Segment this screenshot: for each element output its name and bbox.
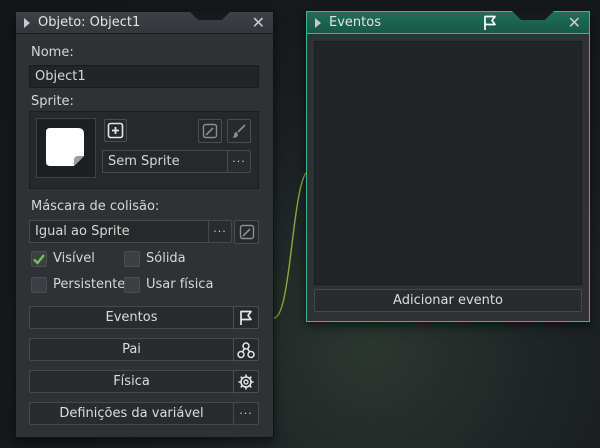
add-event-button[interactable]: Adicionar evento bbox=[314, 289, 582, 312]
physics-button[interactable]: Física bbox=[29, 370, 234, 393]
parent-nodes-icon bbox=[237, 341, 255, 358]
gear-icon bbox=[238, 374, 254, 389]
events-button[interactable]: Eventos bbox=[29, 306, 234, 329]
events-panel-title: Eventos bbox=[329, 15, 381, 30]
mask-select[interactable]: Igual ao Sprite bbox=[29, 220, 210, 243]
visible-label: Visível bbox=[53, 251, 95, 266]
edit-image-icon bbox=[202, 123, 218, 139]
edit-image-icon bbox=[239, 224, 254, 240]
name-label: Nome: bbox=[31, 45, 74, 60]
new-sprite-button[interactable] bbox=[104, 119, 127, 142]
object-panel: Objeto: Object1 ✕ Nome: Object1 Sprite: bbox=[15, 11, 274, 438]
name-input[interactable]: Object1 bbox=[29, 65, 259, 88]
parent-button[interactable]: Pai bbox=[29, 338, 234, 361]
flag-icon bbox=[484, 15, 496, 30]
mask-label: Máscara de colisão: bbox=[31, 199, 160, 214]
close-icon[interactable]: ✕ bbox=[568, 13, 581, 33]
parent-icon-button[interactable] bbox=[233, 338, 259, 361]
events-list[interactable] bbox=[314, 41, 582, 285]
sprite-browse-button[interactable]: ··· bbox=[227, 150, 251, 173]
brush-button[interactable] bbox=[227, 119, 251, 143]
variables-more-button[interactable]: ··· bbox=[233, 402, 259, 425]
events-panel-titlebar[interactable]: Eventos ✕ bbox=[307, 11, 589, 34]
variables-button[interactable]: Definições da variável bbox=[29, 402, 234, 425]
new-sprite-icon bbox=[107, 122, 124, 139]
mask-edit-button[interactable] bbox=[234, 220, 259, 244]
sprite-select[interactable]: Sem Sprite bbox=[102, 150, 228, 173]
collapse-arrow-icon[interactable] bbox=[315, 17, 321, 28]
events-panel: Eventos ✕ Adicionar evento bbox=[306, 11, 590, 322]
mask-browse-button[interactable]: ··· bbox=[208, 220, 232, 243]
edit-image-button[interactable] bbox=[198, 119, 222, 143]
solid-label: Sólida bbox=[146, 251, 186, 266]
object-panel-title: Objeto: Object1 bbox=[38, 15, 141, 30]
persistent-label: Persistente bbox=[53, 277, 126, 292]
empty-sprite-icon bbox=[46, 128, 84, 166]
brush-icon bbox=[232, 124, 246, 138]
solid-checkbox[interactable] bbox=[124, 251, 140, 267]
close-icon[interactable]: ✕ bbox=[252, 13, 265, 33]
object-panel-titlebar[interactable]: Objeto: Object1 ✕ bbox=[16, 11, 273, 34]
events-flag-button[interactable] bbox=[233, 306, 259, 329]
collapse-arrow-icon[interactable] bbox=[24, 17, 30, 28]
flag-icon bbox=[240, 310, 252, 325]
check-icon bbox=[33, 254, 45, 265]
physics-label: Usar física bbox=[146, 277, 214, 292]
visible-checkbox[interactable] bbox=[31, 251, 47, 267]
physics-checkbox[interactable] bbox=[124, 277, 140, 293]
sprite-label: Sprite: bbox=[31, 94, 74, 109]
sprite-preview[interactable] bbox=[36, 118, 96, 178]
sprite-section: Sem Sprite ··· bbox=[29, 111, 259, 189]
persistent-checkbox[interactable] bbox=[31, 277, 47, 293]
physics-icon-button[interactable] bbox=[233, 370, 259, 393]
